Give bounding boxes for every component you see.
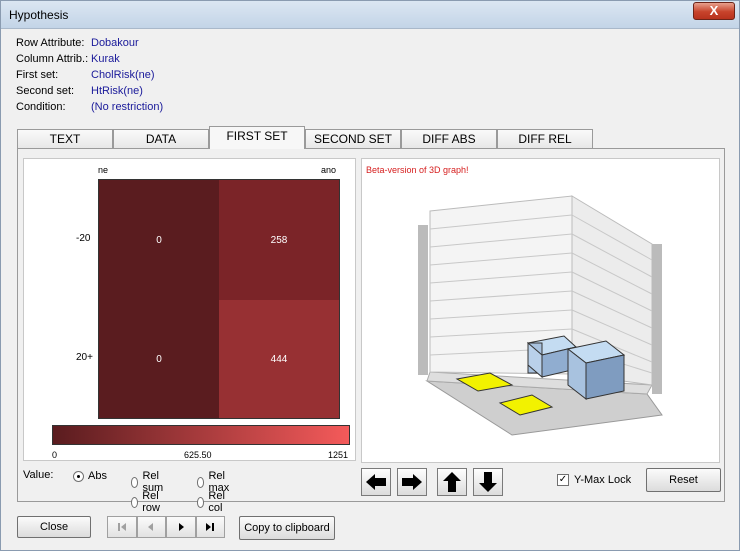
previous-icon [148,523,154,531]
copy-to-clipboard-button[interactable]: Copy to clipboard [239,516,335,540]
down-arrow-icon [479,472,497,492]
graph-3d-canvas [418,195,663,436]
ymax-lock-checkbox[interactable]: ✓ [557,474,569,486]
heatmap-cell[interactable]: 444 [219,300,339,418]
info-block: Row Attribute: Dobakour Column Attrib.: … [16,37,163,117]
left-arrow-icon [366,474,386,490]
tab-data[interactable]: DATA [113,129,209,149]
row-header: -20 [76,233,91,244]
tab-diff-abs[interactable]: DIFF ABS [401,129,497,149]
info-value: Kurak [91,53,120,65]
heatmap-pane: ne ano -20 20+ 0 258 0 444 0 625.50 1251 [23,158,356,461]
previous-record-button[interactable] [136,516,166,538]
rotate-right-button[interactable] [397,468,427,496]
info-value: Dobakour [91,37,139,49]
radio-label: Abs [88,470,107,482]
rotate-down-button[interactable] [473,468,503,496]
rotate-left-button[interactable] [361,468,391,496]
info-label: First set: [16,69,59,81]
reset-button[interactable]: Reset [646,468,721,492]
up-arrow-icon [443,472,461,492]
record-navigation [107,516,225,538]
info-row-column-attribute: Column Attrib.: Kurak [16,53,163,69]
info-label: Column Attrib.: [16,53,89,65]
radio-label: Rel col [208,490,225,514]
radio-rel-col[interactable]: Rel col [197,490,229,514]
radio-rel-row[interactable]: Rel row [131,490,164,514]
heatmap-cell[interactable]: 0 [99,300,219,418]
value-label: Value: [23,469,54,481]
window-close-button[interactable]: X [693,2,735,20]
rotate-up-button[interactable] [437,468,467,496]
info-row-row-attribute: Row Attribute: Dobakour [16,37,163,53]
column-header: ne [98,165,109,175]
info-row-condition: Condition: (No restriction) [16,101,163,117]
graph-bar-3d [566,340,626,401]
scale-mid-label: 625.50 [184,450,212,460]
column-header: ano [321,165,337,175]
radio-button[interactable] [131,496,139,508]
tab-first-set[interactable]: FIRST SET [209,126,305,149]
last-icon [206,523,215,531]
info-value: (No restriction) [91,101,164,113]
info-value: CholRisk(ne) [91,69,155,81]
heatmap-cell[interactable]: 258 [219,180,339,300]
radio-button[interactable] [73,470,84,482]
next-icon [178,523,184,531]
heatmap-grid: 0 258 0 444 [98,179,340,419]
radio-button[interactable] [197,476,205,488]
scale-min-label: 0 [52,450,58,460]
right-arrow-icon [402,474,422,490]
info-value: HtRisk(ne) [91,85,143,97]
last-record-button[interactable] [195,516,225,538]
tab-text[interactable]: TEXT [17,129,113,149]
close-button[interactable]: Close [17,516,91,538]
info-row-first-set: First set: CholRisk(ne) [16,69,163,85]
window-title: Hypothesis [9,8,69,22]
radio-button[interactable] [197,496,205,508]
tab-second-set[interactable]: SECOND SET [305,129,401,149]
color-scale-bar [52,425,350,445]
row-header: 20+ [76,352,93,363]
info-label: Condition: [16,101,66,113]
graph-3d-pane: Beta-version of 3D graph! [361,158,720,463]
graph-left-axis-bar [418,225,428,375]
heatmap-cell[interactable]: 0 [99,180,219,300]
info-label: Second set: [16,85,75,97]
first-icon [117,523,126,531]
hypothesis-window: Hypothesis X Row Attribute: Dobakour Col… [0,0,740,551]
tab-diff-rel[interactable]: DIFF REL [497,129,593,149]
first-record-button[interactable] [107,516,137,538]
scale-max-label: 1251 [328,450,349,460]
radio-abs[interactable]: Abs [73,470,107,482]
title-bar: Hypothesis X [1,1,739,29]
next-record-button[interactable] [166,516,196,538]
graph-right-axis-bar [652,244,662,394]
info-row-second-set: Second set: HtRisk(ne) [16,85,163,101]
info-label: Row Attribute: [16,37,85,49]
radio-button[interactable] [131,476,139,488]
radio-label: Rel row [142,490,160,514]
ymax-lock-label: Y-Max Lock [574,474,632,486]
